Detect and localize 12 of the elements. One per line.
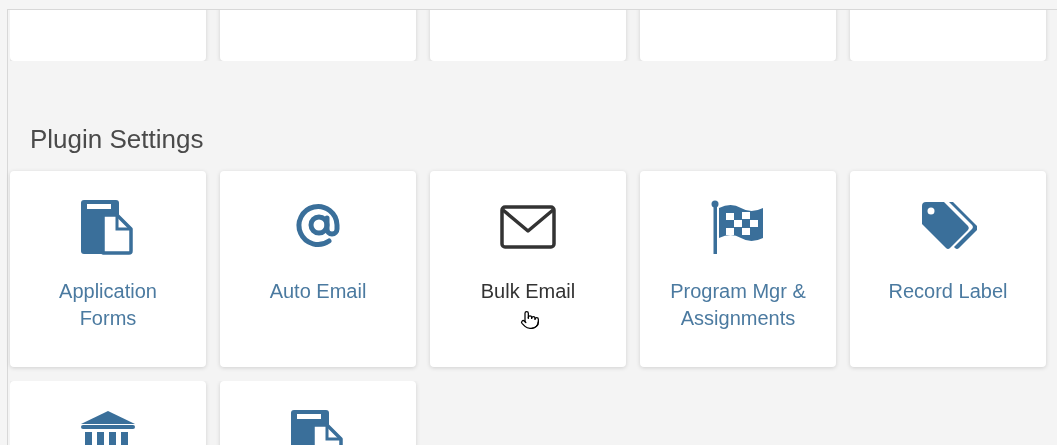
card-label: Bulk Email <box>479 279 577 304</box>
plugin-card[interactable]: Program Mgr & Assignments <box>640 171 836 367</box>
hand-cursor-icon <box>520 309 540 331</box>
card-label: Auto Email <box>268 279 368 304</box>
card-label: Record Label <box>887 279 1009 304</box>
plugin-card[interactable]: Record Label <box>850 171 1046 367</box>
plugin-card[interactable]: Auto Email <box>220 171 416 367</box>
card-label: Program Mgr & Assignments <box>669 279 807 331</box>
section-heading: Plugin Settings <box>30 124 204 154</box>
card-label: Application Forms <box>58 279 158 331</box>
plugin-card[interactable]: Bulk Email <box>430 171 626 367</box>
plugin-card[interactable]: Application Forms <box>10 171 206 367</box>
